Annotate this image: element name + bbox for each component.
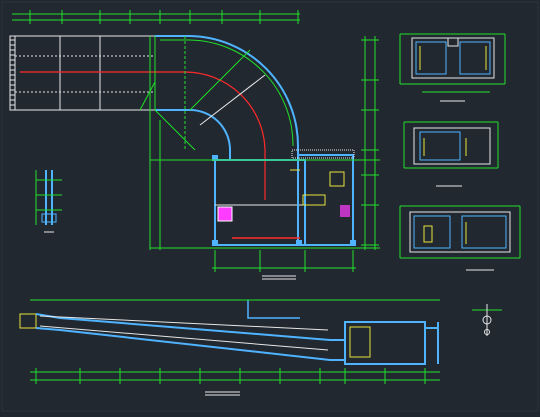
profile-view <box>19 299 440 396</box>
top-dimension-ticks <box>29 10 299 24</box>
ramp-hatch <box>10 39 15 106</box>
plan-view <box>9 10 380 280</box>
right-dimension-ticks <box>361 39 379 246</box>
plan-columns <box>212 155 356 246</box>
section-view-1 <box>399 33 506 102</box>
section-view-2 <box>403 121 499 187</box>
cad-drawing <box>1 1 539 412</box>
north-arrow-icon <box>472 304 502 336</box>
cad-drawing-canvas <box>0 0 540 413</box>
wall-detail <box>35 170 62 233</box>
section-view-3 <box>399 205 521 271</box>
profile-dimension-ticks <box>35 368 426 384</box>
